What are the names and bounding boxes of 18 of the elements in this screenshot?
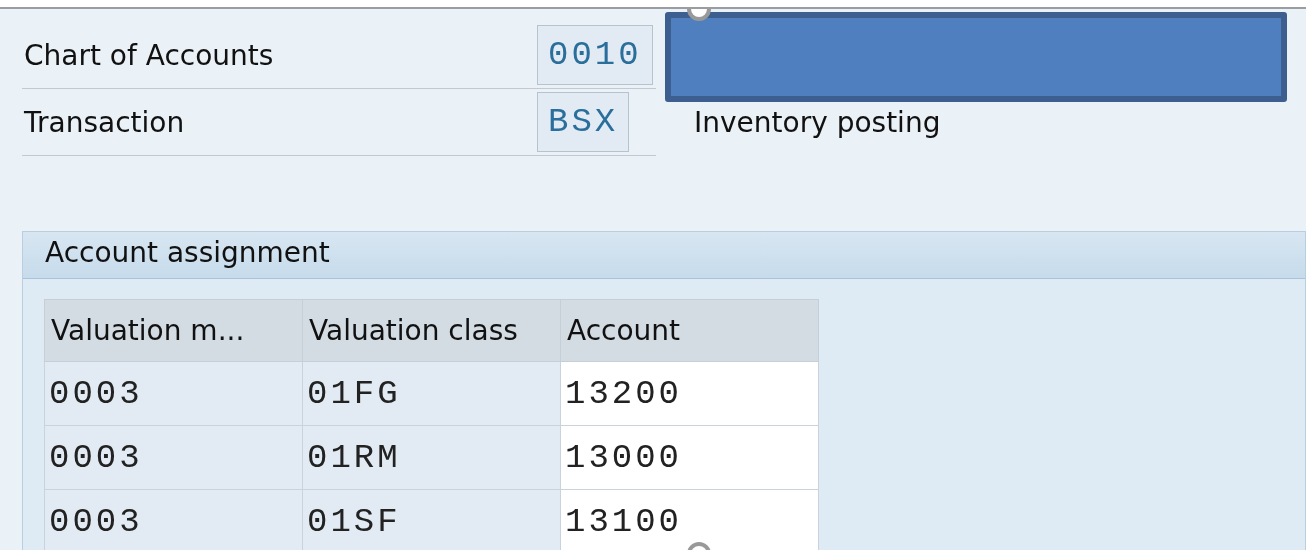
column-header[interactable]: Valuation class [302, 299, 561, 362]
column-header[interactable]: Valuation m... [44, 299, 303, 362]
input-cell[interactable]: 13100 [560, 489, 819, 550]
input-field[interactable]: 0010 [537, 25, 653, 85]
column-header[interactable]: Account [560, 299, 819, 362]
table-cell: 0003 [44, 361, 303, 426]
group-title: Account assignment [23, 232, 1305, 279]
field-label: Chart of Accounts [23, 38, 275, 72]
input-field[interactable]: BSX [537, 92, 630, 152]
table-cell: 01RM [302, 425, 561, 490]
table-cell: 01SF [302, 489, 561, 550]
table-cell: 01FG [302, 361, 561, 426]
input-cell[interactable]: 13200 [560, 361, 819, 426]
field-label: Transaction [23, 105, 186, 139]
input-cell[interactable]: 13000 [560, 425, 819, 490]
table-cell: 0003 [44, 425, 303, 490]
field-description: Inventory posting [694, 105, 941, 139]
table-cell: 0003 [44, 489, 303, 550]
